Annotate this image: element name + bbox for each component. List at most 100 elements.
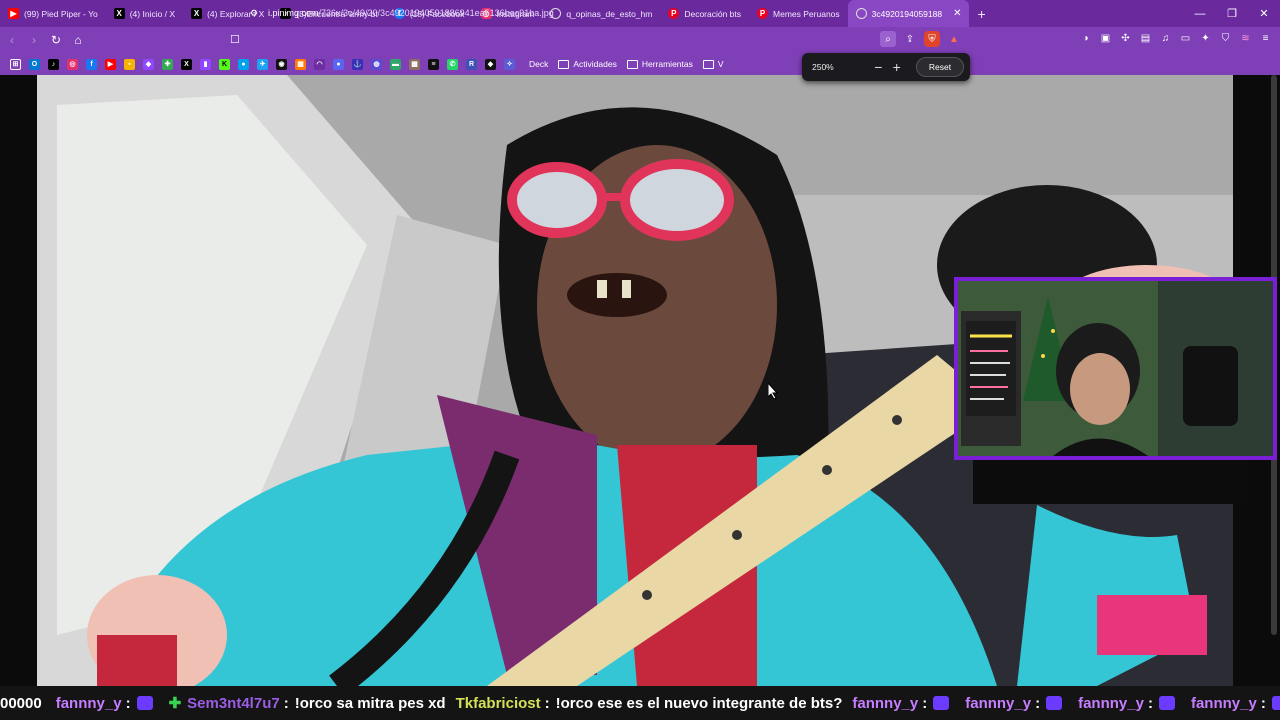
new-tab-button[interactable]: + — [969, 6, 993, 22]
webcam-overlay — [954, 277, 1277, 460]
chat-username: fannny_y — [1190, 694, 1257, 712]
app-icon[interactable]: ◆ — [485, 58, 496, 70]
twitch-icon[interactable]: ▮ — [200, 58, 211, 70]
chat-message: fannny_y: — [965, 695, 1068, 712]
zoom-popup: 250% − + Reset — [802, 53, 970, 81]
folder-icon — [626, 59, 638, 69]
window-controls: — ❐ ✕ — [1184, 0, 1280, 27]
app-icon[interactable]: ≡ — [428, 58, 439, 70]
deck-text: Deck — [529, 59, 549, 69]
tab-x-inicio[interactable]: X (4) Inicio / X — [106, 0, 183, 27]
outlook-icon[interactable]: O — [29, 58, 40, 70]
app-icon[interactable]: ◉ — [276, 58, 287, 70]
app-icon[interactable]: ● — [333, 58, 344, 70]
badge-icon: ✚ — [168, 695, 182, 712]
app-icon[interactable]: ✧ — [504, 58, 515, 70]
tiktok-icon[interactable]: ♪ — [48, 58, 59, 70]
music-icon[interactable]: ♫ — [1159, 31, 1172, 45]
app-icon[interactable]: ◆ — [143, 58, 154, 70]
emote-icon — [1046, 696, 1063, 710]
wallet-icon[interactable]: ▭ — [1179, 31, 1192, 45]
zoom-icon[interactable]: ⌕ — [880, 31, 896, 47]
folder-label: Actividades — [573, 59, 617, 69]
whatsapp-icon[interactable]: ✆ — [447, 58, 458, 70]
chat-username: fannny_y — [1078, 694, 1144, 712]
menu-icon[interactable]: ≡ — [1259, 31, 1272, 45]
app-icon[interactable]: ▬ — [390, 58, 401, 70]
apps-grid-icon[interactable]: ⊞ — [10, 58, 21, 70]
chat-message: fannny_y: — [1191, 695, 1280, 712]
app-icon[interactable]: ◠ — [314, 58, 325, 70]
tab-youtube[interactable]: ▶ (99) Pied Piper - Yo — [0, 0, 106, 27]
app-icon[interactable]: ✈ — [257, 58, 268, 70]
chat-message: 00000 — [0, 695, 46, 712]
folder-label: V — [717, 59, 724, 69]
emote-icon — [1271, 696, 1280, 710]
tab-title: (99) Pied Piper - Yo — [24, 8, 98, 19]
emote-icon — [136, 696, 153, 710]
extension-icon[interactable]: ▣ — [1099, 31, 1112, 45]
site-info-icon[interactable]: ⚙ — [250, 8, 260, 18]
chat-message: ✚ Sem3nt4l7u7: !orco sa mitra pes xd — [168, 694, 446, 713]
forward-arrow-icon[interactable]: › — [24, 30, 44, 50]
puzzle-icon[interactable]: ✣ — [1119, 31, 1132, 45]
zoom-in-button[interactable]: + — [888, 59, 906, 75]
chat-message: Tkfabriciost: !orco ese es el nuevo integ… — [455, 694, 843, 712]
share-icon[interactable]: ⇪ — [902, 31, 918, 47]
emote-icon — [933, 696, 950, 710]
chat-message: fannny_y: — [852, 695, 955, 712]
vpn-icon[interactable]: ⛉ — [1219, 31, 1232, 45]
back-arrow-icon[interactable]: ‹ — [2, 30, 22, 50]
zoom-level: 250% — [812, 62, 834, 72]
bookmark-folder-actividades[interactable]: Actividades — [558, 59, 617, 69]
instagram-icon[interactable]: ◎ — [67, 58, 78, 70]
youtube-icon[interactable]: ▶ — [105, 58, 116, 70]
app-icon[interactable]: ⚓ — [352, 58, 363, 70]
app-icon[interactable]: R — [466, 58, 477, 70]
brave-rewards-icon[interactable]: ▲ — [946, 31, 962, 47]
kick-icon[interactable]: K — [219, 58, 230, 70]
folder-icon — [558, 59, 570, 69]
url-domain: i.pinimg.com — [268, 8, 319, 18]
chat-username: fannny_y — [965, 694, 1032, 712]
wallet-icon[interactable]: ◑ — [1079, 31, 1092, 45]
bookmark-folder-v[interactable]: V — [702, 59, 724, 69]
home-icon[interactable]: ⌂ — [68, 30, 88, 50]
chat-username: fannny_y — [55, 694, 122, 712]
zoom-out-button[interactable]: − — [869, 59, 887, 75]
minimize-button[interactable]: — — [1184, 0, 1216, 27]
folder-label: Herramientas — [641, 59, 693, 69]
chat-text: !orco sa mitra pes xd — [294, 694, 446, 712]
reload-icon[interactable]: ↻ — [46, 30, 66, 50]
app-icon[interactable]: ● — [238, 58, 249, 70]
chat-ticker: 00000 fannny_y: ✚ Sem3nt4l7u7: !orco sa m… — [0, 686, 1280, 720]
chat-username: Tkfabriciost — [455, 694, 541, 712]
bookmark-deck[interactable]: Deck — [529, 59, 548, 69]
restore-button[interactable]: ❐ — [1216, 0, 1248, 27]
app-icon[interactable]: ▦ — [295, 58, 306, 70]
extension-icon[interactable]: ≋ — [1239, 31, 1252, 45]
bookmark-folder-herramientas[interactable]: Herramientas — [626, 59, 693, 69]
sidebar-icon[interactable]: ▤ — [1139, 31, 1152, 45]
app-icon[interactable]: ◍ — [371, 58, 382, 70]
bookmarks-bar: ⊞ O ♪ ◎ f ▶ ▪ ◆ ✚ X ▮ K ● ✈ ◉ ▦ ◠ ● ⚓ ◍ … — [0, 53, 1280, 75]
leo-icon[interactable]: ✦ — [1199, 31, 1212, 45]
url-path: /736x/3c/49/20/3c49201940591886941ea5136… — [318, 8, 554, 18]
x-icon[interactable]: X — [181, 58, 192, 70]
brave-shields-icon[interactable]: ⛨ — [924, 31, 940, 47]
app-icon[interactable]: ✚ — [162, 58, 173, 70]
folder-icon — [702, 59, 714, 69]
bookmark-icon[interactable]: ☐ — [230, 33, 240, 46]
zoom-reset-button[interactable]: Reset — [915, 57, 964, 77]
facebook-icon[interactable]: f — [86, 58, 97, 70]
x-icon: X — [113, 8, 125, 19]
chat-username: fannny_y — [852, 694, 919, 712]
app-icon[interactable]: ▩ — [409, 58, 420, 70]
mouse-cursor-icon — [768, 383, 778, 399]
chat-username: 00000 — [0, 694, 42, 712]
webcam-feed — [958, 281, 1273, 456]
youtube-icon: ▶ — [8, 8, 19, 19]
address-bar[interactable]: ⚙ i.pinimg.com/736x/3c/49/20/3c492019405… — [250, 4, 970, 22]
close-window-button[interactable]: ✕ — [1248, 0, 1280, 27]
keep-icon[interactable]: ▪ — [124, 58, 135, 70]
